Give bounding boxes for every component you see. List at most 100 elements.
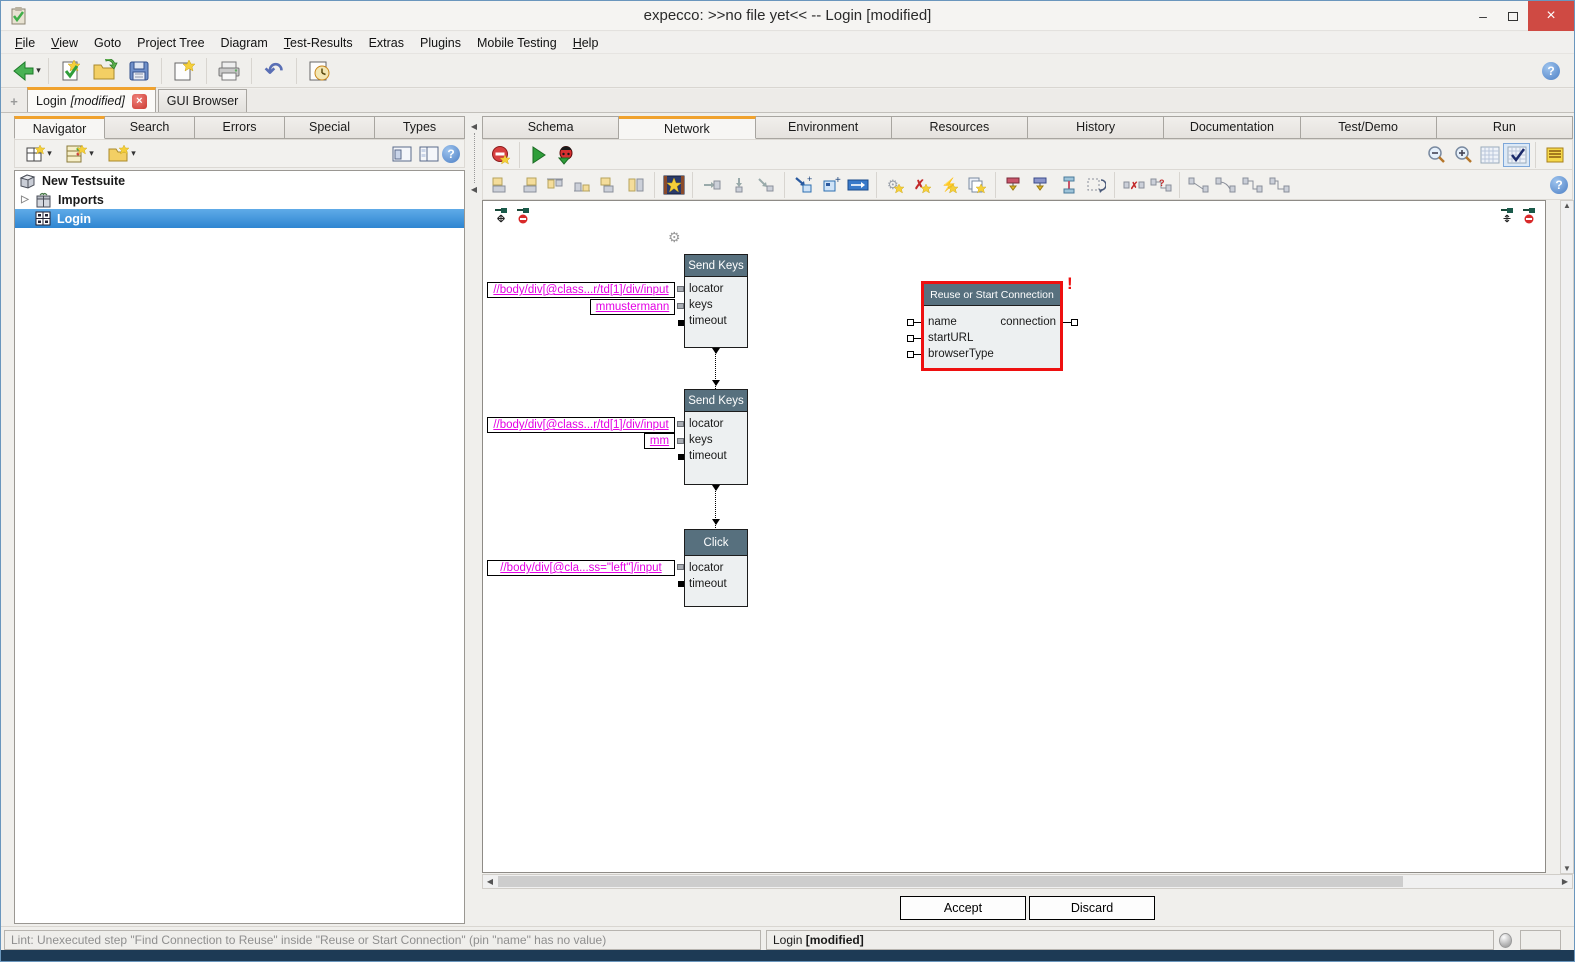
menu-test-results[interactable]: Test-Results xyxy=(276,32,361,54)
tab-search[interactable]: Search xyxy=(105,116,195,139)
pin-locator[interactable]: locator xyxy=(685,560,747,576)
close-button[interactable]: × xyxy=(1528,1,1574,31)
menu-view[interactable]: View xyxy=(43,32,86,54)
output-pin-square[interactable] xyxy=(1071,319,1078,326)
align-left-icon[interactable] xyxy=(487,173,514,197)
pin-keys[interactable]: keys xyxy=(685,297,747,313)
align-bottom-icon[interactable] xyxy=(568,173,595,197)
menu-diagram[interactable]: Diagram xyxy=(213,32,276,54)
auto-layout-icon[interactable] xyxy=(1082,173,1109,197)
menu-mobile-testing[interactable]: Mobile Testing xyxy=(469,32,565,54)
value-keys[interactable]: mm xyxy=(644,433,675,449)
tree-item-testsuite[interactable]: New Testsuite xyxy=(15,171,464,190)
tab-resources[interactable]: Resources xyxy=(892,116,1028,139)
line-style-ortho-icon[interactable] xyxy=(1239,173,1266,197)
open-file-button[interactable] xyxy=(90,57,120,85)
network-canvas[interactable]: ⚙ Send Keys locator keys timeout //body/… xyxy=(482,200,1546,873)
line-style-curve-icon[interactable] xyxy=(1212,173,1239,197)
scroll-right-icon[interactable]: ▶ xyxy=(1558,877,1572,886)
navigator-help-button[interactable]: ? xyxy=(442,145,460,163)
tab-close-icon[interactable]: × xyxy=(132,94,147,109)
pin-browsertype[interactable]: browserType xyxy=(928,346,994,362)
tab-environment[interactable]: Environment xyxy=(756,116,892,139)
tab-navigator[interactable]: Navigator xyxy=(14,116,105,139)
align-top-icon[interactable] xyxy=(541,173,568,197)
menu-extras[interactable]: Extras xyxy=(361,32,412,54)
distribute-h-icon[interactable] xyxy=(622,173,649,197)
step-reuse-or-start-connection[interactable]: Reuse or Start Connection name connectio… xyxy=(921,281,1063,371)
tab-documentation[interactable]: Documentation xyxy=(1164,116,1300,139)
add-tab-button[interactable]: + xyxy=(1,94,27,112)
debug-icon[interactable] xyxy=(552,143,579,167)
add-inline-icon[interactable] xyxy=(844,173,871,197)
collapse-left-icon[interactable]: ◀ xyxy=(467,122,481,131)
value-locator[interactable]: //body/div[@class...r/td[1]/div/input xyxy=(487,282,675,298)
pin-output-icon[interactable] xyxy=(1001,173,1028,197)
connection-query-icon[interactable]: ? xyxy=(1147,173,1174,197)
run-icon[interactable] xyxy=(525,143,552,167)
tab-schema[interactable]: Schema xyxy=(482,116,619,139)
remove-connection-icon[interactable]: ✗ xyxy=(1120,173,1147,197)
history-button[interactable] xyxy=(304,57,334,85)
menu-file[interactable]: File xyxy=(7,32,43,54)
align-right-icon[interactable] xyxy=(514,173,541,197)
input-pin-square[interactable] xyxy=(907,335,914,342)
add-step-icon[interactable]: + xyxy=(790,173,817,197)
tab-special[interactable]: Special xyxy=(285,116,375,139)
value-locator[interactable]: //body/div[@class...r/td[1]/div/input xyxy=(487,417,675,433)
dock-left-button[interactable] xyxy=(388,142,415,166)
add-block-icon[interactable]: + xyxy=(817,173,844,197)
pin-connection[interactable]: connection xyxy=(1000,314,1056,330)
step-down-icon[interactable] xyxy=(725,173,752,197)
step-click[interactable]: Click locator timeout xyxy=(684,529,748,607)
undo-button[interactable]: ↶ xyxy=(259,57,289,85)
pin-starturl[interactable]: startURL xyxy=(928,330,973,346)
menu-goto[interactable]: Goto xyxy=(86,32,129,54)
new-step-icon[interactable] xyxy=(660,173,687,197)
pin-input-icon[interactable] xyxy=(1028,173,1055,197)
canvas-hscrollbar[interactable]: ◀ ▶ xyxy=(482,874,1573,889)
tab-run[interactable]: Run xyxy=(1437,116,1573,139)
expander-icon[interactable]: ▷ xyxy=(15,194,35,205)
step-send-keys-2[interactable]: Send Keys locator keys timeout xyxy=(684,389,748,485)
pin-move-icon[interactable] xyxy=(493,206,509,227)
scroll-left-icon[interactable]: ◀ xyxy=(483,877,497,886)
value-keys[interactable]: mmustermann xyxy=(590,299,675,315)
collapse-left-icon[interactable]: ◀ xyxy=(467,185,481,194)
pin-timeout[interactable]: timeout xyxy=(685,576,747,592)
new-item-button[interactable]: ▾ xyxy=(59,142,101,166)
tab-history[interactable]: History xyxy=(1028,116,1164,139)
pin-move-icon[interactable] xyxy=(1499,206,1515,227)
tab-errors[interactable]: Errors xyxy=(195,116,285,139)
pin-locator[interactable]: locator xyxy=(685,281,747,297)
tab-login[interactable]: Login [modified] × xyxy=(27,87,156,112)
check-syntax-button[interactable] xyxy=(56,57,86,85)
legend-icon[interactable] xyxy=(1541,143,1568,167)
grid-off-icon[interactable] xyxy=(1476,143,1503,167)
pin-timeout[interactable]: timeout xyxy=(685,313,747,329)
pin-remove-icon[interactable] xyxy=(515,206,531,227)
delete-step-icon[interactable]: ✗ xyxy=(909,173,936,197)
distribute-v-icon[interactable] xyxy=(1055,173,1082,197)
menu-help[interactable]: Help xyxy=(565,32,607,54)
align-center-h-icon[interactable] xyxy=(595,173,622,197)
accept-button[interactable]: Accept xyxy=(900,896,1026,920)
scroll-down-icon[interactable]: ▼ xyxy=(1561,864,1573,873)
value-locator[interactable]: //body/div[@cla...ss="left"]/input xyxy=(487,560,675,576)
settings-step-icon[interactable]: ⚙ xyxy=(882,173,909,197)
maximize-button[interactable] xyxy=(1498,1,1528,31)
gear-icon[interactable]: ⚙ xyxy=(668,229,681,246)
save-button[interactable] xyxy=(124,57,154,85)
panel-splitter[interactable]: ◀ ◀ xyxy=(467,114,481,926)
hscroll-thumb[interactable] xyxy=(498,876,1403,887)
new-testcase-button[interactable]: ▾ xyxy=(19,142,59,166)
tree-item-login[interactable]: Login xyxy=(15,209,464,228)
pin-timeout[interactable]: timeout xyxy=(685,448,747,464)
input-pin-square[interactable] xyxy=(907,319,914,326)
menu-plugins[interactable]: Plugins xyxy=(412,32,469,54)
input-pin-square[interactable] xyxy=(907,351,914,358)
discard-button[interactable]: Discard xyxy=(1029,896,1155,920)
step-send-keys-1[interactable]: Send Keys locator keys timeout xyxy=(684,254,748,348)
tab-test-demo[interactable]: Test/Demo xyxy=(1301,116,1437,139)
back-button[interactable]: ▾ xyxy=(11,57,41,85)
